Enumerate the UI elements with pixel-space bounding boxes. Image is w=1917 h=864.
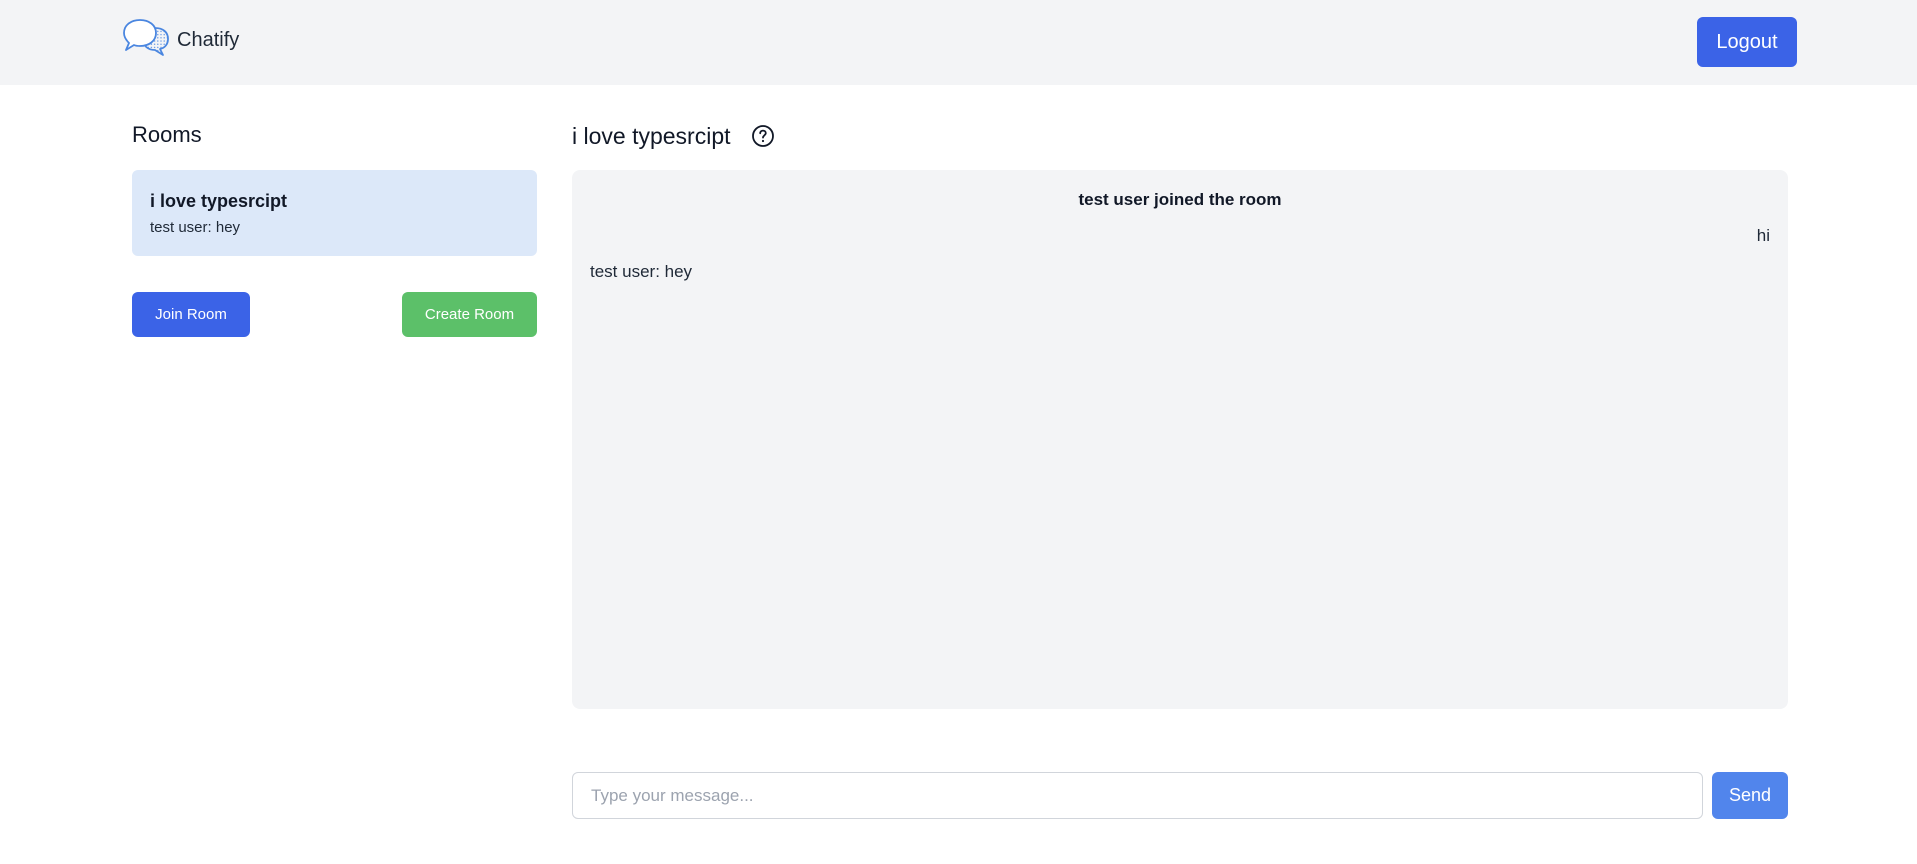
system-message: test user joined the room	[1078, 190, 1282, 209]
top-navbar: Chatify Logout	[0, 0, 1917, 85]
message-input[interactable]	[572, 772, 1703, 819]
question-circle-icon[interactable]	[751, 124, 775, 148]
app-name: Chatify	[177, 28, 240, 51]
logout-button[interactable]: Logout	[1697, 17, 1797, 67]
room-last-message: test user: hey	[150, 219, 241, 236]
chat-room-title: i love typesrcipt	[572, 122, 731, 149]
brand[interactable]: Chatify	[121, 15, 239, 65]
chat-header: i love typesrcipt	[572, 121, 775, 151]
send-button[interactable]: Send	[1712, 772, 1788, 819]
room-list-item[interactable]: i love typesrcipt test user: hey	[132, 170, 537, 256]
create-room-button[interactable]: Create Room	[402, 292, 537, 337]
join-room-button[interactable]: Join Room	[132, 292, 250, 337]
own-message: hi	[1756, 226, 1770, 245]
room-name: i love typesrcipt	[150, 191, 288, 211]
other-message: test user: hey	[590, 262, 693, 281]
chat-bubbles-icon	[123, 19, 169, 56]
rooms-heading: Rooms	[132, 122, 202, 147]
message-list[interactable]: test user joined the room hi test user: …	[572, 170, 1788, 709]
